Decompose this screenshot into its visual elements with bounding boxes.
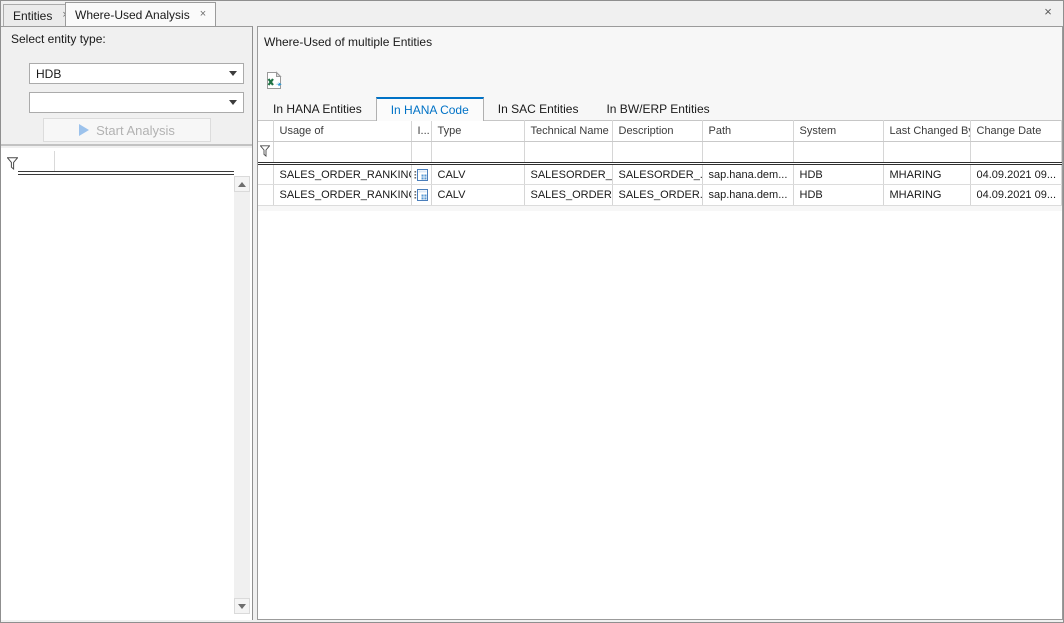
col-technical-name[interactable]: Technical Name [524,121,612,142]
cell-path[interactable]: sap.hana.dem... [702,164,793,185]
cell-path[interactable]: sap.hana.dem... [702,185,793,206]
cell-usage-of[interactable]: SALES_ORDER_RANKING [273,164,411,185]
entity-dropdown[interactable] [29,92,244,113]
filter-cell-system[interactable] [793,142,883,164]
filter-icon [258,142,273,164]
entity-type-value: HDB [36,67,229,81]
tab-in-sac-entities[interactable]: In SAC Entities [484,99,593,120]
filter-cell-usage-of[interactable] [273,142,411,164]
cell-technical-name[interactable]: SALES_ORDER... [524,185,612,206]
entity-tree-area [1,148,252,620]
tab-in-hana-code[interactable]: In HANA Code [376,97,484,121]
entity-selection-panel: Select entity type: HDB Start Analysis [1,26,253,620]
calculation-view-icon [411,185,431,206]
cell-last-changed-by[interactable]: MHARING [883,164,970,185]
cell-description[interactable]: SALES_ORDER... [612,185,702,206]
result-tab-bar: In HANA Entities In HANA Code In SAC Ent… [259,99,724,120]
cell-type[interactable]: CALV [431,164,524,185]
col-last-changed-by[interactable]: Last Changed By [883,121,970,142]
column-divider [54,151,55,171]
row-indicator-header [258,121,273,142]
tab-where-used-label: Where-Used Analysis [75,8,190,22]
cell-change-date[interactable]: 04.09.2021 09... [970,185,1062,206]
export-to-excel-button[interactable] [263,71,285,93]
cell-system[interactable]: HDB [793,164,883,185]
col-description[interactable]: Description [612,121,702,142]
arrow-up-icon [238,182,246,187]
cell-change-date[interactable]: 04.09.2021 09... [970,164,1062,185]
col-usage-of[interactable]: Usage of [273,121,411,142]
cell-system[interactable]: HDB [793,185,883,206]
select-entity-type-group: Select entity type: HDB Start Analysis [1,27,252,146]
filter-row [258,142,1062,164]
filter-cell-change-date[interactable] [970,142,1062,164]
document-tab-bar: Entities × Where-Used Analysis × × [1,1,1063,26]
panel-title: Where-Used of multiple Entities [264,35,432,49]
filter-cell-last-changed-by[interactable] [883,142,970,164]
tab-in-bw-erp-entities[interactable]: In BW/ERP Entities [592,99,723,120]
start-analysis-label: Start Analysis [96,123,175,138]
col-icon[interactable]: I... [411,121,431,142]
tree-header-separator [18,171,234,175]
col-path[interactable]: Path [702,121,793,142]
tab-in-hana-entities[interactable]: In HANA Entities [259,99,376,120]
scroll-up-button[interactable] [234,176,250,192]
cell-type[interactable]: CALV [431,185,524,206]
results-table: Usage of I... Type Technical Name Descri… [258,120,1062,206]
left-panel-scrollbar[interactable] [234,176,250,614]
arrow-down-icon [238,604,246,609]
entity-type-dropdown[interactable]: HDB [29,63,244,84]
col-type[interactable]: Type [431,121,524,142]
col-system[interactable]: System [793,121,883,142]
table-row[interactable]: SALES_ORDER_RANKING CALV SALES_ORDER... … [258,185,1062,206]
row-indicator [258,185,273,206]
filter-cell-type[interactable] [431,142,524,164]
col-change-date[interactable]: Change Date [970,121,1062,142]
play-icon [79,124,89,136]
group-title: Select entity type: [1,27,252,50]
filter-cell-path[interactable] [702,142,793,164]
chevron-down-icon [229,71,237,76]
cell-last-changed-by[interactable]: MHARING [883,185,970,206]
close-icon[interactable]: × [1040,4,1056,20]
close-icon[interactable]: × [200,9,206,20]
tree-header-row[interactable] [18,151,234,171]
table-empty-area [258,211,1062,619]
calculation-view-icon [411,164,431,185]
scroll-down-button[interactable] [234,598,250,614]
chevron-down-icon [229,100,237,105]
application-window: Entities × Where-Used Analysis × × Selec… [0,0,1064,623]
tab-entities-label: Entities [13,9,52,23]
table-header-row: Usage of I... Type Technical Name Descri… [258,121,1062,142]
row-indicator [258,164,273,185]
excel-export-icon [264,71,284,91]
where-used-results-panel: Where-Used of multiple Entities In HANA … [257,26,1063,620]
tab-where-used-analysis[interactable]: Where-Used Analysis × [65,2,216,26]
cell-technical-name[interactable]: SALESORDER_... [524,164,612,185]
filter-cell-description[interactable] [612,142,702,164]
cell-description[interactable]: SALESORDER_... [612,164,702,185]
cell-usage-of[interactable]: SALES_ORDER_RANKING [273,185,411,206]
filter-cell-icon[interactable] [411,142,431,164]
filter-icon[interactable] [7,157,18,175]
start-analysis-button[interactable]: Start Analysis [43,118,211,142]
table-row[interactable]: SALES_ORDER_RANKING CALV SALESORDER_... … [258,164,1062,185]
filter-cell-technical-name[interactable] [524,142,612,164]
